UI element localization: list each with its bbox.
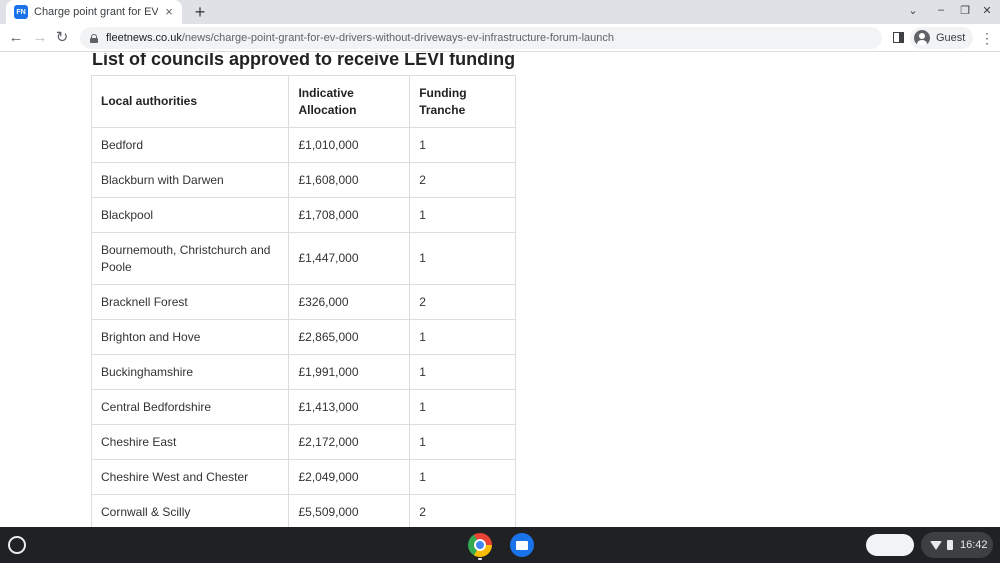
- tab-strip: FN Charge point grant for EV drivers wit…: [0, 0, 1000, 24]
- lock-icon[interactable]: [90, 33, 98, 43]
- cell-tranche: 1: [409, 319, 516, 355]
- table-row: Cornwall & Scilly £5,509,000 2: [90, 494, 516, 527]
- cell-authority: Bedford: [90, 127, 290, 163]
- address-bar[interactable]: fleetnews.co.uk/news/charge-point-grant-…: [80, 27, 882, 49]
- running-indicator: [478, 558, 482, 560]
- page-content: List of councils approved to receive LEV…: [0, 53, 1000, 527]
- cell-tranche: 1: [409, 232, 516, 285]
- battery-icon: [947, 540, 953, 550]
- table-row: Cheshire West and Chester £2,049,000 1: [90, 459, 516, 495]
- url-text[interactable]: fleetnews.co.uk/news/charge-point-grant-…: [106, 32, 614, 44]
- levi-funding-table: Local authorities Indicative Allocation …: [90, 75, 516, 527]
- guest-avatar-icon: [914, 30, 930, 46]
- header-funding-tranche: Funding Tranche: [409, 75, 516, 128]
- cell-authority: Cheshire West and Chester: [90, 459, 290, 495]
- chrome-app-icon[interactable]: [468, 533, 492, 557]
- fleetnews-favicon-icon: FN: [14, 5, 28, 19]
- side-panel-icon[interactable]: [893, 32, 904, 43]
- close-window-button[interactable]: ✕: [979, 4, 995, 17]
- table-header-row: Local authorities Indicative Allocation …: [90, 75, 516, 128]
- cell-tranche: 2: [409, 494, 516, 527]
- cell-authority: Cheshire East: [90, 424, 290, 460]
- status-tray[interactable]: 16:42: [921, 532, 993, 558]
- cell-authority: Central Bedfordshire: [90, 389, 290, 425]
- clock: 16:42: [960, 539, 988, 551]
- cell-allocation: £1,991,000: [288, 354, 411, 390]
- cell-tranche: 1: [409, 424, 516, 460]
- cell-allocation: £2,172,000: [288, 424, 411, 460]
- restore-button[interactable]: ❐: [957, 4, 973, 17]
- table-row: Bedford £1,010,000 1: [90, 127, 516, 163]
- profile-label: Guest: [936, 32, 966, 44]
- files-app-icon[interactable]: [510, 533, 534, 557]
- cell-authority: Bracknell Forest: [90, 284, 290, 320]
- new-tab-button[interactable]: +: [190, 2, 210, 22]
- cell-authority: Brighton and Hove: [90, 319, 290, 355]
- cell-tranche: 2: [409, 284, 516, 320]
- cell-authority: Blackpool: [90, 197, 290, 233]
- cell-allocation: £2,049,000: [288, 459, 411, 495]
- page-heading: List of councils approved to receive LEV…: [92, 53, 516, 69]
- table-row: Cheshire East £2,172,000 1: [90, 424, 516, 460]
- cell-authority: Cornwall & Scilly: [90, 494, 290, 527]
- wifi-icon: [930, 540, 942, 550]
- reload-button[interactable]: ↻: [52, 28, 72, 48]
- table-row: Blackburn with Darwen £1,608,000 2: [90, 162, 516, 198]
- browser-toolbar: ← → ↻ fleetnews.co.uk/news/charge-point-…: [0, 24, 1000, 52]
- forward-button[interactable]: →: [30, 28, 50, 48]
- tab-close-icon[interactable]: ×: [162, 5, 176, 19]
- cell-authority: Blackburn with Darwen: [90, 162, 290, 198]
- table-row: Buckinghamshire £1,991,000 1: [90, 354, 516, 390]
- tab-active[interactable]: FN Charge point grant for EV drivers wit…: [6, 0, 182, 24]
- tab-search-icon[interactable]: ⌄: [905, 4, 921, 17]
- url-path: /news/charge-point-grant-for-ev-drivers-…: [181, 32, 615, 44]
- cell-allocation: £1,447,000: [288, 232, 411, 285]
- cell-allocation: £5,509,000: [288, 494, 411, 527]
- cell-authority: Buckinghamshire: [90, 354, 290, 390]
- profile-button[interactable]: Guest: [910, 27, 974, 49]
- cell-allocation: £326,000: [288, 284, 411, 320]
- header-local-authorities: Local authorities: [90, 75, 290, 128]
- cell-tranche: 1: [409, 459, 516, 495]
- cell-tranche: 1: [409, 197, 516, 233]
- cell-tranche: 2: [409, 162, 516, 198]
- cell-tranche: 1: [409, 127, 516, 163]
- tote-holding-space-icon[interactable]: [866, 534, 914, 556]
- table-row: Blackpool £1,708,000 1: [90, 197, 516, 233]
- cell-allocation: £1,708,000: [288, 197, 411, 233]
- url-host: fleetnews.co.uk: [106, 32, 182, 44]
- table-row: Bracknell Forest £326,000 2: [90, 284, 516, 320]
- cell-authority: Bournemouth, Christchurch and Poole: [90, 232, 290, 285]
- table-row: Bournemouth, Christchurch and Poole £1,4…: [90, 232, 516, 285]
- table-row: Brighton and Hove £2,865,000 1: [90, 319, 516, 355]
- cell-tranche: 1: [409, 354, 516, 390]
- minimize-button[interactable]: –: [933, 4, 949, 16]
- cell-allocation: £2,865,000: [288, 319, 411, 355]
- table-row: Central Bedfordshire £1,413,000 1: [90, 389, 516, 425]
- back-button[interactable]: ←: [6, 28, 26, 48]
- launcher-icon[interactable]: [8, 536, 26, 554]
- kebab-menu-icon[interactable]: ⋮: [980, 28, 994, 48]
- cell-allocation: £1,608,000: [288, 162, 411, 198]
- cell-allocation: £1,010,000: [288, 127, 411, 163]
- cell-tranche: 1: [409, 389, 516, 425]
- header-indicative-allocation: Indicative Allocation: [288, 75, 411, 128]
- cell-allocation: £1,413,000: [288, 389, 411, 425]
- os-shelf: 16:42: [0, 527, 1000, 563]
- tab-title: Charge point grant for EV drivers withou…: [34, 6, 158, 18]
